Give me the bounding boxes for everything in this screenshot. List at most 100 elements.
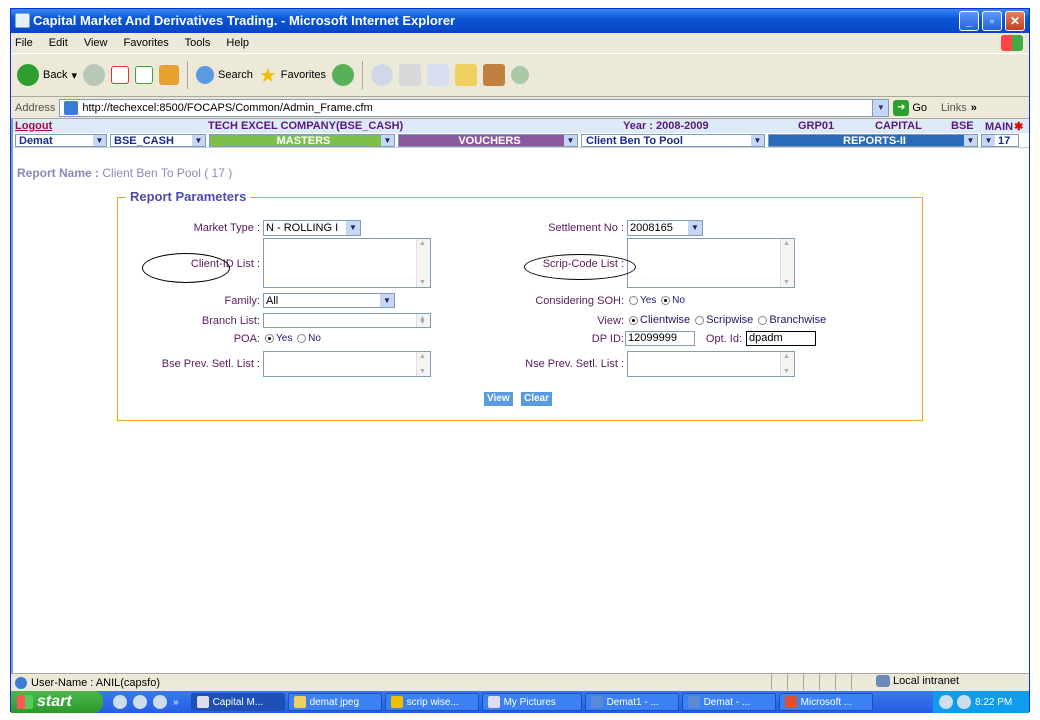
menu-edit[interactable]: Edit: [49, 37, 68, 49]
task-button[interactable]: Demat - ...: [681, 693, 776, 711]
app-header: Logout TECH EXCEL COMPANY(BSE_CASH) Year…: [13, 119, 1029, 133]
clientwise-radio[interactable]: [629, 315, 638, 325]
forward-arrow-icon[interactable]: [83, 64, 105, 86]
soh-yes-radio[interactable]: [629, 295, 638, 305]
back-label: Back: [43, 69, 68, 81]
search-button[interactable]: Search: [196, 66, 253, 84]
chevron-down-icon: ▼: [964, 135, 977, 146]
bse-prev-setl-textarea[interactable]: [263, 351, 431, 377]
ie-launch-icon[interactable]: [113, 695, 127, 709]
address-dropdown[interactable]: ▼: [872, 99, 889, 116]
go-arrow-icon: ➜: [893, 99, 910, 116]
view-button[interactable]: View: [484, 392, 513, 406]
branch-label: Branch List:: [201, 315, 260, 327]
report-number-select[interactable]: ▼ 17: [981, 134, 1019, 147]
client-id-textarea[interactable]: [263, 238, 431, 288]
task-button[interactable]: Microsoft ...: [778, 693, 873, 711]
poa-label: POA:: [233, 333, 260, 345]
bse-prev-setl-label: Bse Prev. Setl. List :: [161, 358, 260, 370]
menu-help[interactable]: Help: [226, 37, 249, 49]
search-label: Search: [218, 69, 253, 81]
stop-icon[interactable]: [111, 66, 129, 84]
folder-icon[interactable]: [455, 64, 478, 86]
report-select[interactable]: Client Ben To Pool ▼: [581, 134, 765, 147]
family-select[interactable]: All ▼: [263, 293, 395, 308]
print-icon[interactable]: [399, 64, 422, 86]
back-arrow-icon: [17, 64, 39, 86]
reports-menu[interactable]: REPORTS-II ▼: [768, 134, 978, 147]
scripwise-radio[interactable]: [695, 315, 705, 325]
history-icon[interactable]: [332, 64, 355, 86]
research-icon[interactable]: [483, 64, 506, 86]
network-icon[interactable]: [957, 695, 971, 709]
page-icon: [64, 100, 79, 115]
scrollbar[interactable]: [416, 314, 430, 327]
task-button[interactable]: Demat1 - ...: [584, 693, 679, 711]
go-button[interactable]: ➜ Go: [893, 99, 927, 116]
branchwise-radio[interactable]: [758, 315, 768, 325]
refresh-icon[interactable]: [135, 66, 153, 84]
menu-favorites[interactable]: Favorites: [124, 37, 169, 49]
start-button[interactable]: start: [11, 691, 103, 713]
task-button[interactable]: My Pictures: [481, 693, 582, 711]
chevron-right-icon[interactable]: »: [173, 697, 179, 708]
address-bar: Address http://techexcel:8500/FOCAPS/Com…: [11, 97, 1029, 119]
branch-textarea[interactable]: [263, 313, 431, 328]
settlement-select[interactable]: 2008165 ▼: [627, 220, 703, 236]
year-text: Year : 2008-2009: [623, 120, 709, 132]
scrollbar[interactable]: [780, 239, 794, 287]
poa-yes-label: Yes: [276, 333, 293, 344]
address-url: http://techexcel:8500/FOCAPS/Common/Admi…: [82, 101, 373, 114]
scrollbar[interactable]: [780, 352, 794, 376]
address-input[interactable]: http://techexcel:8500/FOCAPS/Common/Admi…: [59, 98, 890, 117]
opt-id-input[interactable]: dpadm: [746, 331, 816, 346]
nse-prev-setl-textarea[interactable]: [627, 351, 795, 377]
market-type-select[interactable]: N - ROLLING I ▼: [263, 220, 361, 236]
system-tray: 8:22 PM: [933, 691, 1029, 713]
chevron-down-icon: ▼: [751, 135, 764, 146]
maximize-button[interactable]: ▫: [982, 11, 1002, 31]
poa-yes-radio[interactable]: [265, 333, 274, 343]
task-button[interactable]: Capital M...: [190, 693, 285, 711]
chevron-down-icon: ▼: [192, 135, 205, 146]
annotation-ellipse: [524, 254, 636, 280]
powerpoint-icon: [784, 696, 797, 708]
poa-no-radio[interactable]: [297, 333, 307, 343]
main-link[interactable]: MAIN: [985, 120, 1023, 133]
quick-launch: »: [113, 695, 179, 709]
task-button[interactable]: demat jpeg: [287, 693, 382, 711]
scrip-code-textarea[interactable]: [627, 238, 795, 288]
minimize-button[interactable]: _: [959, 11, 979, 31]
menu-view[interactable]: View: [84, 37, 108, 49]
back-button[interactable]: Back ▾: [17, 64, 77, 86]
favorites-button[interactable]: ★ Favorites: [259, 63, 326, 88]
tray-icon[interactable]: [939, 695, 953, 709]
browser-launch-icon[interactable]: [133, 695, 147, 709]
menu-file[interactable]: File: [15, 37, 33, 49]
masters-menu[interactable]: MASTERS ▼: [209, 134, 395, 147]
report-name-label: Report Name :: [17, 166, 100, 180]
poa-radio-group: Yes No: [263, 333, 321, 344]
task-button[interactable]: scrip wise...: [384, 693, 479, 711]
home-icon[interactable]: [159, 65, 179, 85]
title-bar: Capital Market And Derivatives Trading. …: [11, 9, 1029, 33]
close-button[interactable]: ✕: [1005, 11, 1025, 31]
scrollbar[interactable]: [416, 239, 430, 287]
demat-select[interactable]: Demat ▼: [15, 134, 107, 147]
poa-no-label: No: [308, 333, 321, 344]
vouchers-menu[interactable]: VOUCHERS ▼: [398, 134, 578, 147]
messenger-icon[interactable]: [511, 66, 530, 84]
nav-row: Demat ▼ BSE_CASH ▼ MASTERS ▼ VOUCHERS ▼ Clie…: [13, 133, 1029, 148]
app-launch-icon[interactable]: [153, 695, 167, 709]
menu-tools[interactable]: Tools: [185, 37, 211, 49]
chevron-right-icon[interactable]: »: [971, 102, 977, 114]
exchange-select[interactable]: BSE_CASH ▼: [110, 134, 206, 147]
links-label[interactable]: Links: [941, 102, 967, 114]
soh-no-radio[interactable]: [661, 295, 671, 305]
clear-button[interactable]: Clear: [521, 392, 553, 406]
edit-icon[interactable]: [427, 64, 450, 86]
mail-icon[interactable]: [371, 64, 394, 86]
scrollbar[interactable]: [416, 352, 430, 376]
logout-link[interactable]: Logout: [15, 120, 52, 132]
dp-id-input[interactable]: 12099999: [625, 331, 695, 346]
